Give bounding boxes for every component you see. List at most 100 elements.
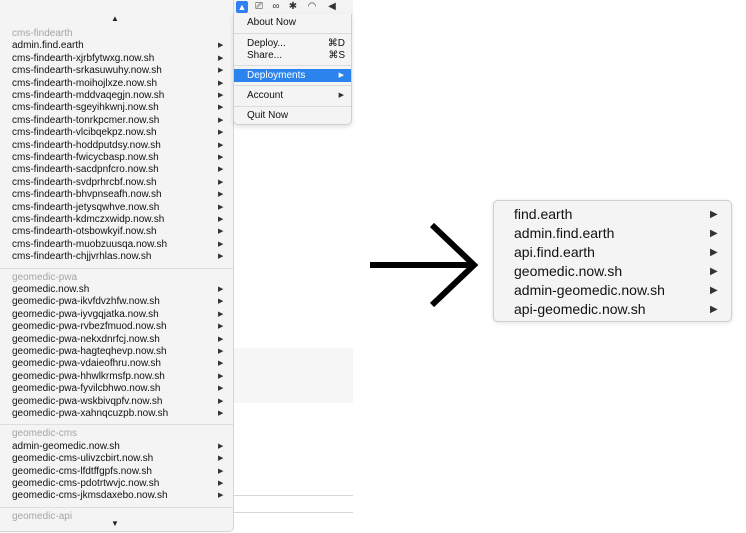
menu-item-account[interactable]: Account ▶: [234, 89, 351, 102]
deployment-label: admin.find.earth: [12, 40, 84, 52]
submenu-arrow-icon: ▶: [218, 480, 224, 487]
deployment-menu-item[interactable]: admin.find.earth ▶: [0, 40, 233, 52]
menu-bar: ▲ ⎚ ∞ ✱ ◠ ◀: [233, 0, 353, 15]
zoomed-menu-item[interactable]: admin-geomedic.now.sh ▶: [494, 281, 731, 300]
scroll-up-icon[interactable]: ▲: [110, 14, 120, 24]
menu-separator: [234, 65, 351, 66]
section-separator: [0, 267, 233, 269]
deployment-menu-item[interactable]: cms-findearth-sgeyihkwnj.now.sh ▶: [0, 102, 233, 114]
menu-item-deployments[interactable]: Deployments ▶: [234, 69, 351, 82]
submenu-arrow-icon: ▶: [218, 154, 224, 161]
deployment-menu-item[interactable]: cms-findearth-vlcibqekpz.now.sh ▶: [0, 127, 233, 139]
deployment-menu-item[interactable]: geomedic-pwa-vdaieofhru.now.sh ▶: [0, 358, 233, 370]
submenu-arrow-icon: ▶: [218, 455, 224, 463]
submenu-arrow-icon: ▶: [710, 228, 718, 239]
menu-separator: [234, 106, 351, 107]
section-separator: [0, 424, 233, 426]
deployment-label: cms-findearth-hoddputdsy.now.sh: [12, 139, 161, 151]
bluetooth-icon[interactable]: ✱: [288, 1, 298, 13]
deployment-menu-item[interactable]: cms-findearth-moihojlxze.now.sh ▶: [0, 78, 233, 90]
glasses-icon[interactable]: ∞: [269, 1, 283, 13]
submenu-arrow-icon: ▶: [710, 247, 718, 258]
deployment-menu-item[interactable]: cms-findearth-chjjvrhlas.now.sh ▶: [0, 251, 233, 263]
zoomed-menu-item[interactable]: api.find.earth ▶: [494, 243, 731, 262]
deployment-label: cms-findearth-srkasuwuhy.now.sh: [12, 65, 162, 77]
zoomed-menu-item[interactable]: geomedic.now.sh ▶: [494, 262, 731, 281]
deployment-label: geomedic.now.sh: [12, 284, 90, 295]
deployment-label: geomedic-cms-pdotrtwvjc.now.sh: [12, 478, 160, 489]
background-divider: [233, 495, 353, 496]
deployment-menu-item[interactable]: cms-findearth-sacdpnfcro.now.sh ▶: [0, 164, 233, 176]
deployment-menu-item[interactable]: cms-findearth-muobzuusqa.now.sh ▶: [0, 239, 233, 251]
deployment-menu-item[interactable]: geomedic-pwa-iyvgqjatka.now.sh ▶: [0, 309, 233, 321]
now-app-icon[interactable]: ▲: [236, 1, 248, 13]
deployment-menu-item[interactable]: cms-findearth-tonrkpcmer.now.sh ▶: [0, 115, 233, 127]
volume-icon[interactable]: ◀: [325, 1, 339, 13]
deployment-menu-item[interactable]: geomedic-cms-jkmsdaxebo.now.sh ▶: [0, 490, 233, 502]
deployment-label: cms-findearth-vlcibqekpz.now.sh: [12, 127, 157, 139]
zoomed-menu-label: api.find.earth: [514, 244, 595, 260]
deployment-menu-item[interactable]: cms-findearth-bhvpnseafh.now.sh ▶: [0, 189, 233, 201]
submenu-arrow-icon: ▶: [218, 467, 224, 475]
submenu-arrow-icon: ▶: [710, 266, 718, 277]
deployment-label: cms-findearth-mddvaqegjn.now.sh: [12, 90, 165, 101]
deployment-menu-item[interactable]: cms-findearth-fwicycbasp.now.sh ▶: [0, 152, 233, 164]
deployment-menu-item[interactable]: cms-findearth-xjrbfytwxg.now.sh ▶: [0, 53, 233, 65]
deployment-menu-item[interactable]: geomedic-pwa-rvbezfmuod.now.sh ▶: [0, 321, 233, 333]
zoomed-menu-label: api-geomedic.now.sh: [514, 301, 646, 317]
screen-share-icon[interactable]: ⎚: [252, 1, 266, 13]
deployment-label: cms-findearth-sgeyihkwnj.now.sh: [12, 102, 159, 114]
deployment-menu-item[interactable]: geomedic-pwa-hhwlkrmsfp.now.sh ▶: [0, 371, 233, 383]
section-header: geomedic-pwa: [12, 271, 78, 283]
zoomed-menu-item[interactable]: admin.find.earth ▶: [494, 224, 731, 243]
menu-item-quit[interactable]: Quit Now: [234, 109, 351, 122]
submenu-arrow-icon: ▶: [218, 166, 224, 174]
submenu-arrow-icon: ▶: [218, 286, 224, 293]
deployment-menu-item[interactable]: geomedic-cms-lfdtffgpfs.now.sh ▶: [0, 466, 233, 478]
deployment-label: cms-findearth-chjjvrhlas.now.sh: [12, 251, 152, 263]
deployment-menu-item[interactable]: cms-findearth-mddvaqegjn.now.sh ▶: [0, 90, 233, 102]
zoomed-deployments-menu: find.earth ▶ admin.find.earth ▶ api.find.ear…: [493, 200, 732, 322]
menu-item-about[interactable]: About Now: [234, 16, 351, 29]
zoomed-menu-item[interactable]: find.earth ▶: [494, 205, 731, 224]
deployment-menu-item[interactable]: cms-findearth-hoddputdsy.now.sh ▶: [0, 140, 233, 152]
deployment-menu-item[interactable]: cms-findearth-kdmczxwidp.now.sh ▶: [0, 214, 233, 226]
deployment-menu-item[interactable]: cms-findearth-jetysqwhve.now.sh ▶: [0, 202, 233, 214]
deployment-menu-item[interactable]: cms-findearth-srkasuwuhy.now.sh ▶: [0, 65, 233, 77]
deployment-menu-item[interactable]: geomedic-cms-ulivzcbirt.now.sh ▶: [0, 453, 233, 465]
section-header: geomedic-cms: [12, 428, 78, 440]
deployment-menu-item[interactable]: geomedic-cms-pdotrtwvjc.now.sh ▶: [0, 478, 233, 490]
submenu-arrow-icon: ▶: [218, 92, 224, 99]
zoomed-menu-item[interactable]: api-geomedic.now.sh ▶: [494, 300, 731, 319]
submenu-arrow-icon: ▶: [218, 410, 224, 417]
submenu-arrow-icon: ▶: [218, 385, 224, 393]
deployment-menu-item[interactable]: geomedic-pwa-nekxdnrfcj.now.sh ▶: [0, 334, 233, 346]
deployment-label: cms-findearth-muobzuusqa.now.sh: [12, 238, 168, 250]
deployment-menu-item[interactable]: geomedic.now.sh ▶: [0, 284, 233, 296]
menu-item-share[interactable]: Share... ⌘S: [234, 49, 351, 62]
deployment-menu-item[interactable]: geomedic-pwa-wskbivqpfv.now.sh ▶: [0, 396, 233, 408]
deployment-label: geomedic-pwa-rvbezfmuod.now.sh: [12, 321, 167, 333]
deployments-submenu: ▲ ▼ cms-findearth admin.find.earth ▶ cms-fi…: [0, 0, 234, 532]
wifi-icon[interactable]: ◠: [305, 1, 319, 13]
deployment-label: geomedic-pwa-hhwlkrmsfp.now.sh: [12, 370, 165, 382]
deployment-label: geomedic-pwa-iyvgqjatka.now.sh: [12, 308, 159, 320]
section-header: cms-findearth: [12, 28, 73, 39]
submenu-arrow-icon: ▶: [218, 203, 224, 211]
deployment-menu-item[interactable]: admin-geomedic.now.sh ▶: [0, 441, 233, 453]
deployment-menu-item[interactable]: cms-findearth-svdprhrcbf.now.sh ▶: [0, 177, 233, 189]
deployment-menu-item[interactable]: geomedic-pwa-hagteqhevp.now.sh ▶: [0, 346, 233, 358]
menu-item-shortcut: ⌘S: [328, 50, 345, 61]
deployment-menu-item[interactable]: cms-findearth-otsbowkyif.now.sh ▶: [0, 226, 233, 238]
submenu-arrow-icon: ▶: [710, 285, 718, 296]
scroll-down-icon[interactable]: ▼: [110, 519, 120, 529]
submenu-arrow-icon: ▶: [218, 442, 224, 450]
deployment-menu-item[interactable]: geomedic-pwa-fyvilcbhwo.now.sh ▶: [0, 383, 233, 395]
deployment-menu-item[interactable]: geomedic-pwa-ikvfdvzhfw.now.sh ▶: [0, 296, 233, 308]
background-divider: [233, 512, 353, 513]
deployment-label: cms-findearth-sacdpnfcro.now.sh: [12, 164, 159, 176]
deployment-menu-item[interactable]: geomedic-pwa-xahnqcuzpb.now.sh ▶: [0, 408, 233, 420]
deployment-label: geomedic-cms-lfdtffgpfs.now.sh: [12, 465, 152, 477]
submenu-arrow-icon: ▶: [218, 310, 224, 318]
submenu-arrow-icon: ▶: [338, 92, 344, 99]
